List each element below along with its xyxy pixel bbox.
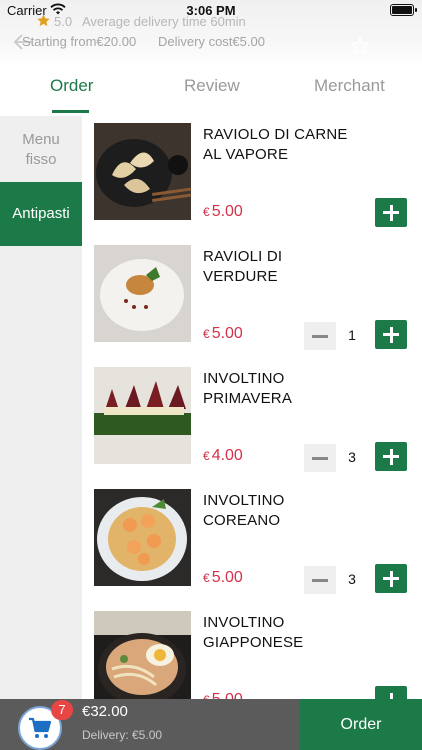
cart-total: €32.00 [82, 703, 128, 720]
tab-review[interactable]: Review [184, 76, 240, 96]
sidebar-item-antipasti[interactable]: Antipasti [0, 182, 82, 246]
add-button[interactable] [375, 320, 407, 349]
product-item: INVOLTINO PRIMAVERA €4.00 3 [94, 367, 422, 487]
product-price: €5.00 [203, 325, 243, 342]
delivery-cost: Delivery cost€5.00 [158, 34, 265, 49]
product-name: RAVIOLO DI CARNE AL VAPORE [203, 126, 348, 163]
add-button[interactable] [375, 564, 407, 593]
product-item: RAVIOLO DI CARNE AL VAPORE €5.00 [94, 123, 422, 243]
product-image-spring-rolls [94, 367, 191, 464]
tab-order[interactable]: Order [50, 76, 93, 96]
product-name: INVOLTINO GIAPPONESE [203, 614, 304, 651]
sidebar-item-menu-fisso[interactable]: Menu fisso [0, 130, 82, 170]
product-name: INVOLTINO COREANO [203, 492, 285, 529]
add-button[interactable] [375, 198, 407, 227]
minimum-order: Starting from€20.00 [22, 34, 137, 49]
average-delivery-time: Average delivery time 60min [82, 14, 246, 29]
store-rating: 5.0 [54, 14, 73, 29]
order-button[interactable]: Order [300, 699, 422, 750]
cart-delivery-fee: Delivery: €5.00 [82, 728, 163, 742]
product-item: RAVIOLI DI VERDURE €5.00 1 [94, 245, 422, 365]
product-name: INVOLTINO PRIMAVERA [203, 370, 293, 407]
remove-button[interactable] [304, 444, 336, 472]
product-item: INVOLTINO COREANO €5.00 3 [94, 489, 422, 609]
remove-button[interactable] [304, 322, 336, 350]
product-image-dumplings [94, 123, 191, 220]
product-price: €5.00 [203, 203, 243, 220]
product-price: €5.00 [203, 569, 243, 586]
quantity-value: 3 [348, 571, 356, 587]
favorite-star-icon[interactable] [350, 36, 370, 56]
product-image-ramen [94, 611, 191, 708]
battery-icon [390, 4, 417, 16]
product-image-shrimp-dish [94, 489, 191, 586]
category-sidebar: Menu fisso Antipasti [0, 116, 82, 700]
star-rating-icon [37, 14, 50, 27]
cart-count-badge: 7 [51, 700, 73, 720]
product-price: €4.00 [203, 447, 243, 464]
remove-button[interactable] [304, 566, 336, 594]
add-button[interactable] [375, 442, 407, 471]
quantity-value: 1 [348, 327, 356, 343]
tab-merchant[interactable]: Merchant [314, 76, 385, 96]
product-name: RAVIOLI DI VERDURE [203, 248, 283, 285]
quantity-value: 3 [348, 449, 356, 465]
shopping-cart-icon [29, 717, 52, 738]
active-tab-indicator [52, 110, 89, 113]
product-image-ravioli [94, 245, 191, 342]
